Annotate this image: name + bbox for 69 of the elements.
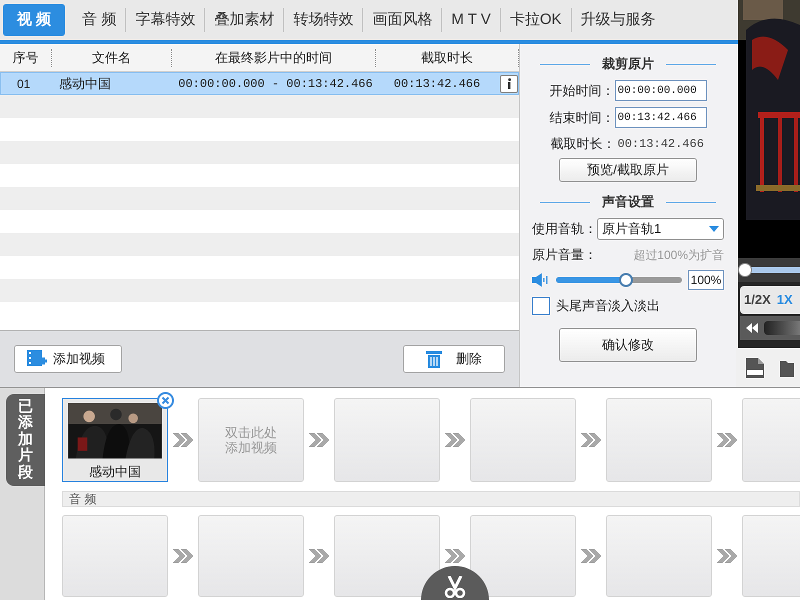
rewind-icon[interactable]: [746, 323, 758, 333]
volume-field[interactable]: 100%: [688, 270, 724, 290]
duration-value: 00:13:42.466: [618, 136, 705, 152]
field-label: 截取时长：: [550, 134, 616, 153]
chevron-icon: [173, 433, 193, 447]
time-field[interactable]: 00:00:00.000: [614, 80, 706, 101]
column-header[interactable]: 文件名: [52, 48, 172, 66]
clip-title: 感动中国: [89, 462, 141, 480]
field-label: 原片音量：: [532, 246, 597, 264]
volume-hint: 超过100%为扩音: [633, 247, 724, 264]
add-video-button[interactable]: 添加视频: [14, 345, 122, 373]
audio-track-label: 音 频: [62, 491, 800, 507]
speaker-icon: [532, 273, 550, 287]
slider-thumb[interactable]: [619, 273, 634, 287]
close-icon[interactable]: [157, 392, 174, 409]
field-label: 结束时间：: [550, 108, 614, 127]
preview-trim-button[interactable]: 预览/截取原片: [559, 158, 697, 182]
new-file-icon[interactable]: [746, 358, 764, 378]
field-label: 开始时间：: [550, 82, 614, 100]
dropdown-arrow-icon: [709, 226, 719, 232]
column-header[interactable]: 截取时长: [376, 48, 519, 66]
time-field[interactable]: 00:13:42.466: [614, 107, 706, 128]
table-cell-text: 00:00:00.000 - 00:13:42.466: [177, 76, 374, 92]
section-title: 裁剪原片: [602, 55, 654, 74]
folder-icon[interactable]: [780, 358, 794, 376]
trash-icon: [426, 350, 442, 368]
chevron-icon: [717, 549, 737, 563]
clips-tab[interactable]: 已添加片段: [6, 394, 45, 486]
chevron-icon: [581, 549, 601, 563]
scissors-icon: [443, 576, 467, 598]
chevron-icon: [309, 433, 329, 447]
tab[interactable]: 视 频: [3, 4, 66, 36]
tab[interactable]: 画面风格: [363, 4, 442, 36]
tab[interactable]: 卡拉OK: [500, 4, 570, 36]
delete-button[interactable]: 删除: [403, 345, 505, 373]
chevron-icon: [717, 433, 737, 447]
table-cell-text: 感动中国: [58, 74, 112, 93]
chevron-icon: [173, 549, 193, 563]
speed-option[interactable]: 1/2X: [744, 290, 771, 310]
fade-checkbox[interactable]: [532, 297, 550, 315]
chevron-icon: [445, 549, 465, 563]
tab[interactable]: 叠加素材: [205, 4, 284, 36]
info-icon[interactable]: [500, 74, 518, 92]
audio-track-dropdown[interactable]: 原片音轨1: [597, 218, 724, 240]
table-cell-text: 00:13:42.466: [392, 76, 482, 92]
table-cell-text: 01: [16, 76, 32, 92]
confirm-button[interactable]: 确认修改: [559, 328, 697, 362]
clip-thumbnail[interactable]: 感动中国: [62, 398, 168, 482]
tab[interactable]: 升级与服务: [572, 4, 664, 36]
section-title: 声音设置: [602, 193, 654, 212]
column-header[interactable]: 序号: [0, 48, 52, 66]
empty-slot[interactable]: [334, 515, 440, 597]
chevron-icon: [581, 433, 601, 447]
chevron-icon: [445, 433, 465, 447]
tab[interactable]: 音 频: [73, 4, 126, 36]
column-header[interactable]: 在最终影片中的时间: [172, 48, 376, 66]
tab[interactable]: 转场特效: [284, 4, 362, 36]
add-video-icon: [27, 350, 47, 368]
table-row[interactable]: 01 感动中国 00:00:00.000 - 00:13:42.466 00:13:42.466: [0, 72, 519, 95]
field-label: 使用音轨：: [532, 220, 597, 238]
tab[interactable]: 字幕特效: [126, 4, 204, 36]
slot-hint: 双击此处添加视频: [225, 425, 277, 455]
seek-slider[interactable]: [738, 258, 800, 282]
chevron-icon: [309, 549, 329, 563]
empty-slot[interactable]: [470, 515, 576, 597]
progress-track: [764, 321, 800, 335]
seek-thumb[interactable]: [738, 263, 752, 277]
checkbox-label: 头尾声音淡入淡出: [556, 297, 660, 316]
tab[interactable]: M T V: [442, 4, 500, 36]
